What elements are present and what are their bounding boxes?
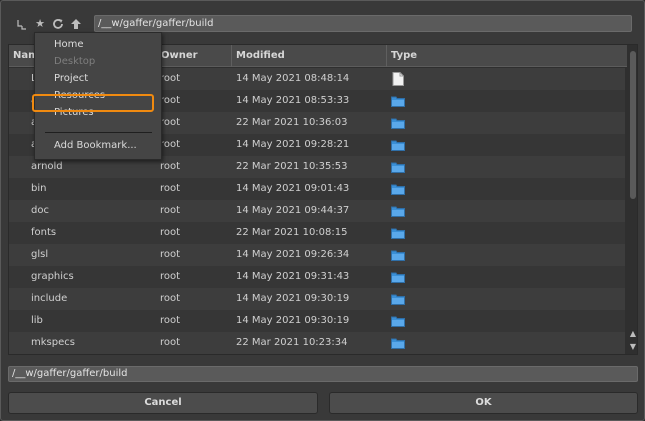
row-name: glsl — [31, 249, 49, 260]
row-owner: root — [160, 205, 181, 216]
column-header-modified[interactable]: Modified — [232, 45, 387, 67]
row-modified: 22 Mar 2021 10:08:15 — [236, 227, 348, 238]
row-modified: 14 May 2021 09:28:21 — [236, 139, 350, 150]
row-modified: 14 May 2021 09:01:43 — [236, 183, 350, 194]
row-name: mkspecs — [31, 337, 75, 348]
menu-item-add-bookmark[interactable]: Add Bookmark... — [54, 138, 137, 154]
row-modified: 14 May 2021 09:30:19 — [236, 315, 350, 326]
table-row[interactable]: graphics root 14 May 2021 09:31:43 — [9, 266, 625, 288]
row-owner: root — [160, 161, 181, 172]
ok-button[interactable]: OK — [329, 392, 638, 414]
row-owner: root — [160, 117, 181, 128]
file-icon — [391, 72, 405, 86]
row-owner: root — [160, 139, 181, 150]
table-row[interactable]: fonts root 22 Mar 2021 10:08:15 — [9, 222, 625, 244]
row-owner: root — [160, 293, 181, 304]
row-modified: 14 May 2021 08:48:14 — [236, 73, 350, 84]
table-row[interactable]: bin root 14 May 2021 09:01:43 — [9, 178, 625, 200]
row-modified: 14 May 2021 08:53:33 — [236, 95, 350, 106]
row-modified: 22 Mar 2021 10:35:53 — [236, 161, 348, 172]
row-owner: root — [160, 183, 181, 194]
menu-item-home[interactable]: Home — [54, 37, 84, 53]
folder-icon — [391, 116, 405, 130]
row-name: doc — [31, 205, 49, 216]
cancel-button[interactable]: Cancel — [8, 392, 318, 414]
row-modified: 22 Mar 2021 10:36:03 — [236, 117, 348, 128]
vertical-scrollbar[interactable]: ▲ ▼ — [627, 45, 637, 354]
folder-icon — [391, 182, 405, 196]
row-owner: root — [160, 337, 181, 348]
folder-icon — [391, 138, 405, 152]
row-owner: root — [160, 315, 181, 326]
row-name: lib — [31, 315, 43, 326]
menu-separator — [45, 132, 152, 133]
folder-icon — [391, 204, 405, 218]
row-owner: root — [160, 95, 181, 106]
bookmark-tree-icon[interactable] — [15, 17, 29, 31]
table-row[interactable]: doc root 14 May 2021 09:44:37 — [9, 200, 625, 222]
refresh-icon[interactable] — [51, 17, 65, 31]
scrollbar-thumb[interactable] — [630, 51, 636, 199]
folder-icon — [391, 248, 405, 262]
filename-input[interactable]: /__w/gaffer/gaffer/build — [8, 366, 638, 382]
menu-item-desktop: Desktop — [54, 56, 96, 67]
folder-icon — [391, 314, 405, 328]
row-name: fonts — [31, 227, 57, 238]
menu-item-project[interactable]: Project — [54, 71, 88, 87]
table-row[interactable]: include root 14 May 2021 09:30:19 — [9, 288, 625, 310]
row-name: graphics — [31, 271, 74, 282]
row-owner: root — [160, 73, 181, 84]
row-modified: 14 May 2021 09:30:19 — [236, 293, 350, 304]
folder-icon — [391, 226, 405, 240]
folder-icon — [391, 94, 405, 108]
row-name: bin — [31, 183, 47, 194]
row-modified: 22 Mar 2021 10:23:34 — [236, 337, 348, 348]
highlight-box — [32, 94, 154, 112]
folder-icon — [391, 292, 405, 306]
row-modified: 14 May 2021 09:44:37 — [236, 205, 350, 216]
column-header-type[interactable]: Type — [387, 45, 625, 67]
table-row[interactable]: lib root 14 May 2021 09:30:19 — [9, 310, 625, 332]
folder-icon — [391, 270, 405, 284]
row-owner: root — [160, 271, 181, 282]
folder-icon — [391, 336, 405, 350]
row-owner: root — [160, 227, 181, 238]
row-name: include — [31, 293, 68, 304]
path-input[interactable]: /__w/gaffer/gaffer/build — [94, 15, 632, 32]
table-row[interactable]: mkspecs root 22 Mar 2021 10:23:34 — [9, 332, 625, 354]
up-arrow-icon[interactable] — [69, 17, 83, 31]
scroll-down-icon[interactable]: ▼ — [629, 343, 637, 351]
file-browser-dialog: ★ /__w/gaffer/gaffer/build Name Owner Mo… — [0, 0, 645, 421]
folder-icon — [391, 160, 405, 174]
row-modified: 14 May 2021 09:26:34 — [236, 249, 350, 260]
star-icon[interactable]: ★ — [33, 17, 47, 31]
table-row[interactable]: glsl root 14 May 2021 09:26:34 — [9, 244, 625, 266]
row-owner: root — [160, 249, 181, 260]
scroll-up-icon[interactable]: ▲ — [629, 330, 637, 338]
column-header-owner[interactable]: Owner — [157, 45, 232, 67]
row-modified: 14 May 2021 09:31:43 — [236, 271, 350, 282]
